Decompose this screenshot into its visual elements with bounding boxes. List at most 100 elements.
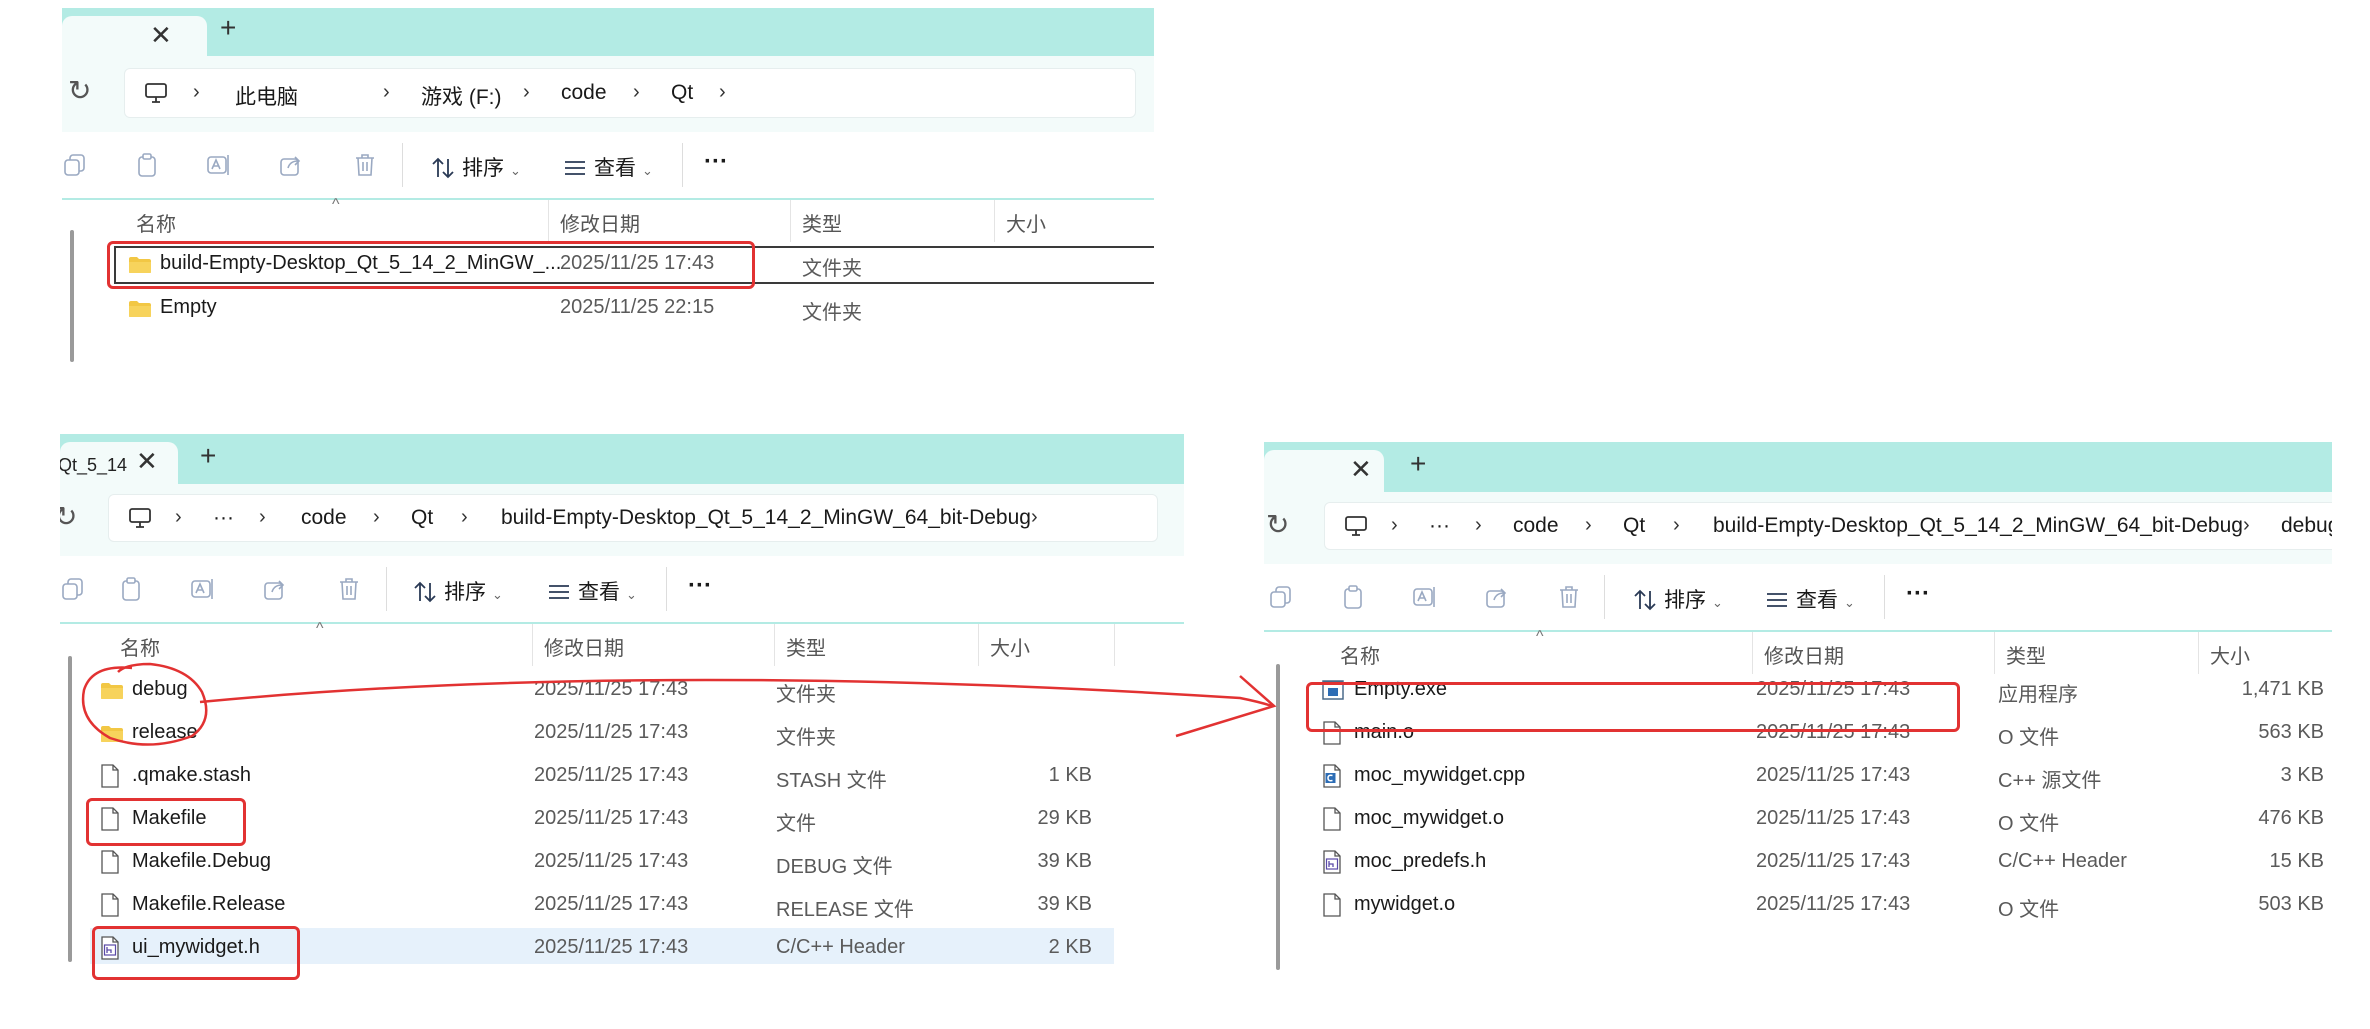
breadcrumb-separator[interactable]: › [719,81,726,104]
refresh-icon[interactable]: ↻ [60,500,77,533]
rename-icon[interactable] [206,152,232,178]
breadcrumb-separator[interactable]: › [373,506,380,529]
tab-qt[interactable]: ✕ [62,16,207,56]
copy-icon[interactable] [62,152,88,178]
column-divider[interactable] [790,200,791,242]
share-icon[interactable] [278,152,304,178]
breadcrumb-code[interactable]: code [301,506,347,530]
breadcrumb-separator[interactable]: › [1673,514,1680,537]
column-divider[interactable] [774,624,775,666]
column-date[interactable]: 修改日期 [1764,640,1844,669]
column-type[interactable]: 类型 [802,208,842,237]
file-row[interactable]: mywidget.o 2025/11/25 17:43 O 文件 503 KB [1308,885,2328,925]
breadcrumb-code[interactable]: code [1513,514,1559,538]
more-options-button[interactable]: ··· [1906,580,1930,608]
delete-icon[interactable] [352,152,378,178]
more-options-button[interactable]: ··· [704,148,728,176]
new-tab-button[interactable]: + [220,12,236,44]
sort-button[interactable]: 排序 ⌄ [412,576,503,606]
file-row[interactable]: Makefile.Debug 2025/11/25 17:43 DEBUG 文件… [90,842,1114,882]
sort-button[interactable]: 排序 ⌄ [430,152,521,182]
file-row[interactable]: .qmake.stash 2025/11/25 17:43 STASH 文件 1… [90,756,1114,796]
breadcrumb-overflow[interactable]: ··· [1429,514,1450,538]
breadcrumb-qt[interactable]: Qt [1623,514,1645,538]
breadcrumb-separator[interactable]: › [633,81,640,104]
breadcrumb-separator[interactable]: › [1031,506,1038,529]
column-type[interactable]: 类型 [786,632,826,661]
breadcrumb-build-folder[interactable]: build-Empty-Desktop_Qt_5_14_2_MinGW_64_b… [1713,514,2243,538]
new-tab-button[interactable]: + [1410,448,1426,480]
tab-close-icon[interactable]: ✕ [136,446,158,477]
breadcrumb-separator[interactable]: › [383,81,390,104]
column-size[interactable]: 大小 [990,632,1030,661]
breadcrumb-separator[interactable]: › [1475,514,1482,537]
breadcrumb-build-folder[interactable]: build-Empty-Desktop_Qt_5_14_2_MinGW_64_b… [501,506,1031,530]
column-size[interactable]: 大小 [2210,640,2250,669]
address-bar[interactable]: › ··· › code › Qt › build-Empty-Desktop_… [108,494,1158,542]
tab-build[interactable]: Qt_5_14 ✕ [60,442,178,484]
share-icon[interactable] [262,576,288,602]
column-divider[interactable] [548,200,549,242]
delete-icon[interactable] [1556,584,1582,610]
paste-icon[interactable] [118,576,144,602]
column-name[interactable]: 名称 [120,632,160,661]
breadcrumb-separator[interactable]: › [461,506,468,529]
address-bar[interactable]: › ··· › code › Qt › build-Empty-Desktop_… [1324,502,2332,550]
vertical-scrollbar[interactable] [68,656,72,962]
file-row[interactable]: Makefile.Release 2025/11/25 17:43 RELEAS… [90,885,1114,925]
file-row[interactable]: release 2025/11/25 17:43 文件夹 [90,713,1114,753]
breadcrumb-overflow[interactable]: ··· [213,506,234,530]
paste-icon[interactable] [1340,584,1366,610]
breadcrumb-separator[interactable]: › [1585,514,1592,537]
file-row[interactable]: debug 2025/11/25 17:43 文件夹 [90,670,1114,710]
breadcrumb-qt[interactable]: Qt [671,81,693,105]
column-type[interactable]: 类型 [2006,640,2046,669]
copy-icon[interactable] [60,576,86,602]
column-divider[interactable] [2198,632,2199,674]
column-size[interactable]: 大小 [1006,208,1046,237]
view-button[interactable]: 查看 ⌄ [562,152,653,182]
tab-close-icon[interactable]: ✕ [150,20,172,51]
column-date[interactable]: 修改日期 [544,632,624,661]
tab-close-icon[interactable]: ✕ [1350,454,1372,485]
breadcrumb-separator[interactable]: › [193,81,200,104]
column-divider[interactable] [1114,624,1115,666]
column-divider[interactable] [532,624,533,666]
sort-button[interactable]: 排序 ⌄ [1632,584,1723,614]
share-icon[interactable] [1484,584,1510,610]
breadcrumb-code[interactable]: code [561,81,607,105]
column-name[interactable]: 名称 [1340,640,1380,669]
file-row[interactable]: moc_predefs.h 2025/11/25 17:43 C/C++ Hea… [1308,842,2328,882]
copy-icon[interactable] [1268,584,1294,610]
breadcrumb-separator[interactable]: › [259,506,266,529]
breadcrumb-separator[interactable]: › [175,506,182,529]
file-row[interactable]: Empty 2025/11/25 22:15 文件夹 [112,288,1152,328]
rename-icon[interactable] [1412,584,1438,610]
view-button[interactable]: 查看 ⌄ [546,576,637,606]
column-date[interactable]: 修改日期 [560,208,640,237]
breadcrumb-separator[interactable]: › [1391,514,1398,537]
column-divider[interactable] [978,624,979,666]
breadcrumb-this-pc[interactable]: 此电脑 [235,81,298,111]
address-bar[interactable]: › 此电脑 › 游戏 (F:) › code › Qt › [124,68,1136,118]
breadcrumb-separator[interactable]: › [523,81,530,104]
refresh-icon[interactable]: ↻ [1266,508,1289,541]
view-button[interactable]: 查看 ⌄ [1764,584,1855,614]
file-row[interactable]: moc_mywidget.cpp 2025/11/25 17:43 C++ 源文… [1308,756,2328,796]
column-divider[interactable] [1994,632,1995,674]
column-divider[interactable] [994,200,995,242]
column-name[interactable]: 名称 [136,208,176,237]
refresh-icon[interactable]: ↻ [68,74,91,107]
tab-debug[interactable]: ✕ [1264,450,1384,492]
vertical-scrollbar[interactable] [70,230,74,362]
column-divider[interactable] [1752,632,1753,674]
new-tab-button[interactable]: + [200,440,216,472]
breadcrumb-separator[interactable]: › [2243,514,2250,537]
file-row[interactable]: moc_mywidget.o 2025/11/25 17:43 O 文件 476… [1308,799,2328,839]
rename-icon[interactable] [190,576,216,602]
breadcrumb-qt[interactable]: Qt [411,506,433,530]
breadcrumb-debug[interactable]: debug [2281,514,2332,538]
paste-icon[interactable] [134,152,160,178]
more-options-button[interactable]: ··· [688,572,712,600]
breadcrumb-drive-f[interactable]: 游戏 (F:) [421,81,501,111]
